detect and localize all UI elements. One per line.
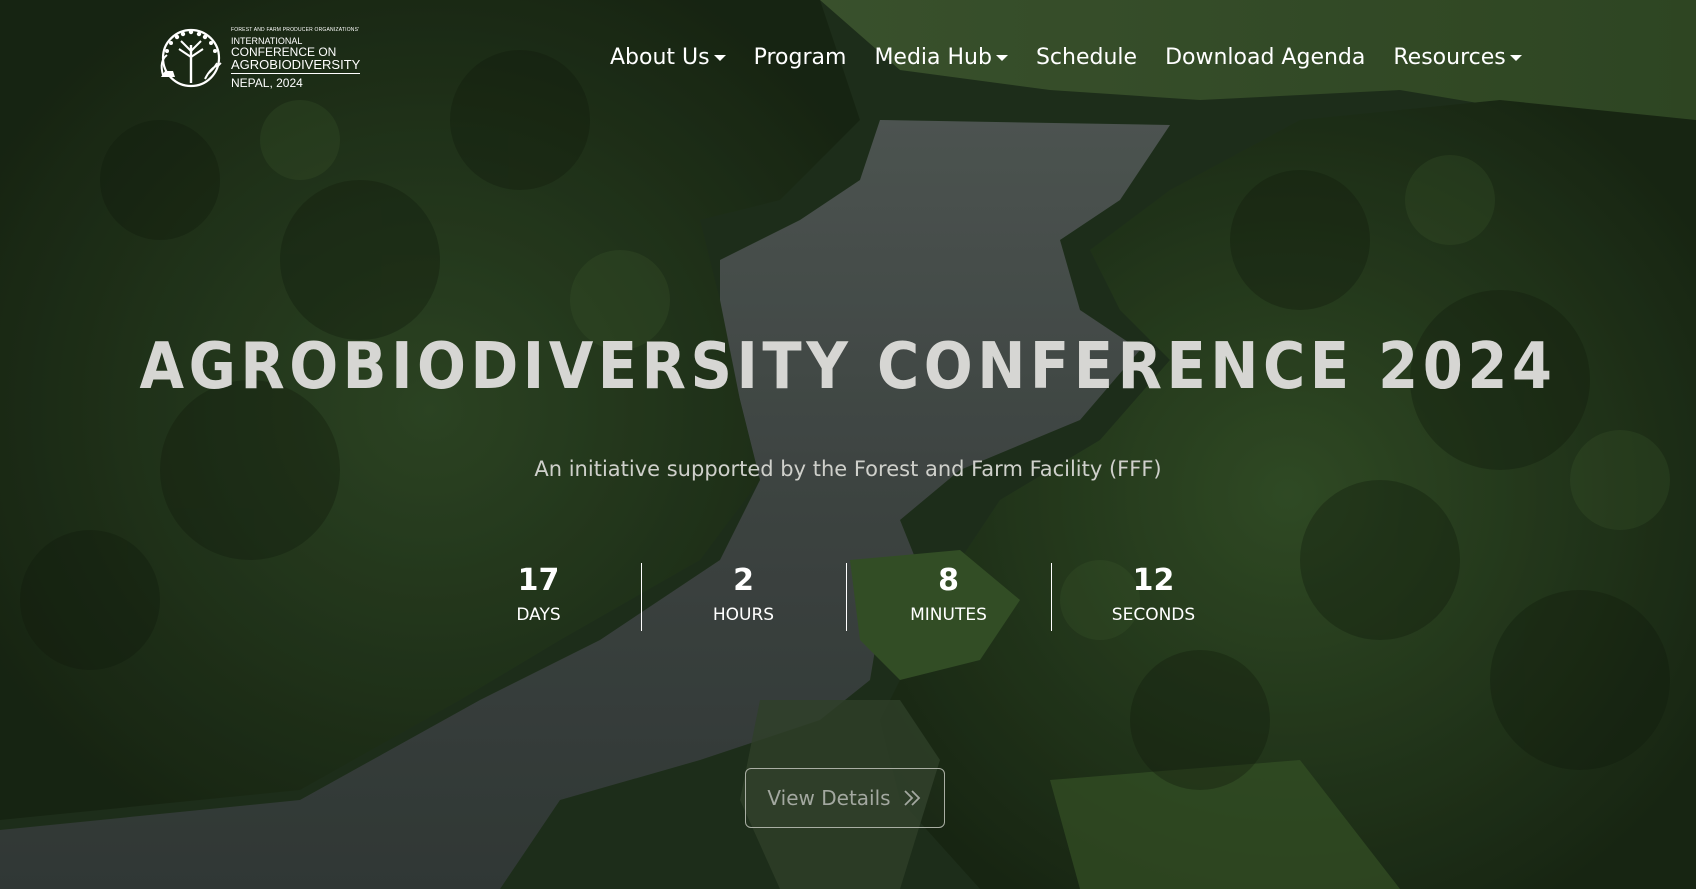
caret-down-icon	[1509, 55, 1522, 61]
dark-overlay	[0, 0, 1696, 889]
logo-line-conference: CONFERENCE ON	[231, 44, 337, 59]
logo-tagline: FOREST AND FARM PRODUCER ORGANIZATIONS'	[231, 26, 360, 33]
nav-media-hub[interactable]: Media Hub	[874, 45, 1008, 70]
main-navigation: About Us Program Media Hub Schedule Down…	[610, 40, 1522, 74]
caret-down-icon	[713, 55, 726, 61]
caret-down-icon	[995, 55, 1008, 61]
nav-program[interactable]: Program	[754, 45, 847, 70]
countdown-value: 2	[733, 563, 754, 598]
countdown-label: MINUTES	[910, 605, 987, 625]
countdown-minutes: 8 MINUTES	[846, 563, 1051, 631]
countdown-label: HOURS	[712, 605, 775, 625]
countdown-days: 17 DAYS	[436, 563, 641, 631]
nav-resources[interactable]: Resources	[1393, 44, 1522, 70]
nav-label: Schedule	[1035, 44, 1138, 70]
logo-wordmark: FOREST AND FARM PRODUCER ORGANIZATIONS' …	[231, 26, 361, 90]
countdown-value: 8	[938, 563, 959, 598]
nav-label: Program	[753, 44, 847, 70]
nav-label: Resources	[1393, 44, 1506, 70]
logo-line-agrobiodiversity: AGROBIODIVERSITY	[231, 56, 361, 74]
nav-label: Media Hub	[874, 44, 992, 70]
hero-subtitle: An initiative supported by the Forest an…	[534, 457, 1162, 481]
countdown-value: 12	[1132, 563, 1175, 598]
view-details-button[interactable]: View Details	[745, 768, 945, 828]
countdown-hours: 2 HOURS	[641, 563, 846, 631]
countdown-timer: 17 DAYS 2 HOURS 8 MINUTES 12 SECONDS	[436, 563, 1256, 631]
view-details-label: View Details	[767, 786, 891, 810]
nav-label: About Us	[610, 44, 710, 70]
countdown-value: 17	[517, 563, 560, 598]
nav-label: Download Agenda	[1165, 44, 1366, 70]
double-chevron-right-icon	[903, 790, 920, 806]
conference-logo[interactable]: FOREST AND FARM PRODUCER ORGANIZATIONS' …	[153, 26, 367, 90]
hero-title: AGROBIODIVERSITY CONFERENCE 2024	[139, 330, 1557, 404]
nav-download-agenda[interactable]: Download Agenda	[1165, 45, 1365, 70]
countdown-label: DAYS	[516, 605, 561, 625]
nav-schedule[interactable]: Schedule	[1036, 45, 1137, 70]
countdown-seconds: 12 SECONDS	[1051, 563, 1256, 631]
logo-line-nepal: NEPAL, 2024	[231, 75, 303, 90]
countdown-label: SECONDS	[1111, 605, 1196, 625]
hero-section: FOREST AND FARM PRODUCER ORGANIZATIONS' …	[0, 0, 1696, 889]
tree-wheat-emblem-icon	[160, 28, 222, 88]
nav-about-us[interactable]: About Us	[610, 45, 726, 70]
